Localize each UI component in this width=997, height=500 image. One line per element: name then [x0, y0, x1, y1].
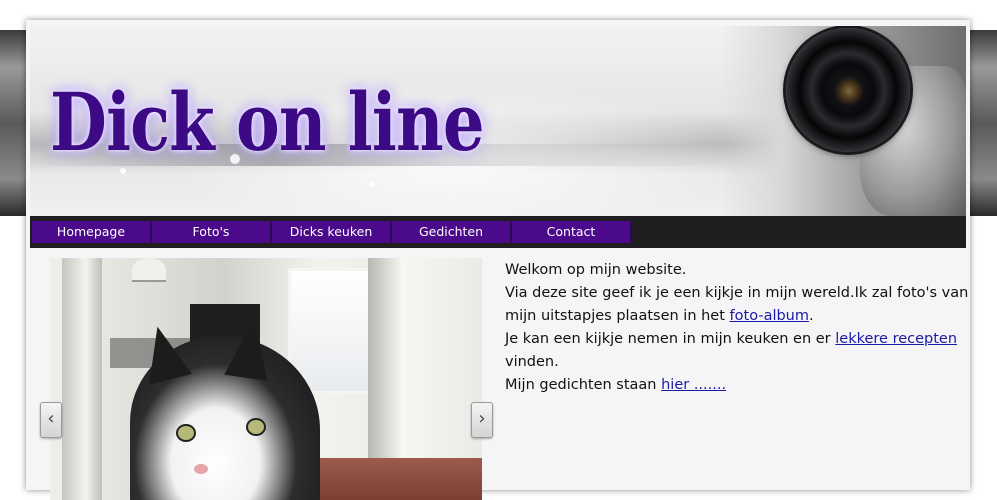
- nav-item-dicks-keuken[interactable]: Dicks keuken: [272, 221, 391, 243]
- poems-paragraph: Mijn gedichten staan hier .......: [505, 377, 727, 393]
- header-bokeh: [370, 182, 375, 187]
- main-nav: Homepage Foto's Dicks keuken Gedichten C…: [30, 216, 966, 248]
- chevron-right-icon[interactable]: ›: [471, 402, 493, 438]
- intro-paragraph: Via deze site geef ik je een kijkje in m…: [505, 285, 969, 324]
- welcome-line: Welkom op mijn website.: [505, 262, 687, 278]
- kitchen-paragraph: Je kan een kijkje nemen in mijn keuken e…: [505, 331, 958, 370]
- welcome-text: Welkom op mijn website. Via deze site ge…: [505, 259, 969, 397]
- nav-item-homepage[interactable]: Homepage: [32, 221, 151, 243]
- site-header: Dick on line: [30, 26, 966, 216]
- lekkere-recepten-link[interactable]: lekkere recepten: [835, 331, 957, 347]
- slide-mirror-frame: [62, 258, 102, 500]
- nav-item-gedichten[interactable]: Gedichten: [392, 221, 511, 243]
- kitten-eye: [246, 418, 266, 436]
- slideshow-image: [50, 258, 482, 500]
- page-wrapper: Dick on line Homepage Foto's Dicks keuke…: [26, 20, 970, 500]
- kitten-eye: [176, 424, 196, 442]
- chevron-left-icon[interactable]: ‹: [40, 402, 62, 438]
- site-title[interactable]: Dick on line: [50, 82, 485, 162]
- lens-glint: [834, 76, 864, 106]
- foto-album-link[interactable]: foto-album: [730, 308, 809, 324]
- hier-link[interactable]: hier .......: [661, 377, 726, 393]
- nav-item-fotos[interactable]: Foto's: [152, 221, 271, 243]
- kitten-nose: [194, 464, 208, 474]
- slide-lamp: [132, 258, 166, 282]
- nav-item-contact[interactable]: Contact: [512, 221, 631, 243]
- kitten-ear: [224, 317, 276, 381]
